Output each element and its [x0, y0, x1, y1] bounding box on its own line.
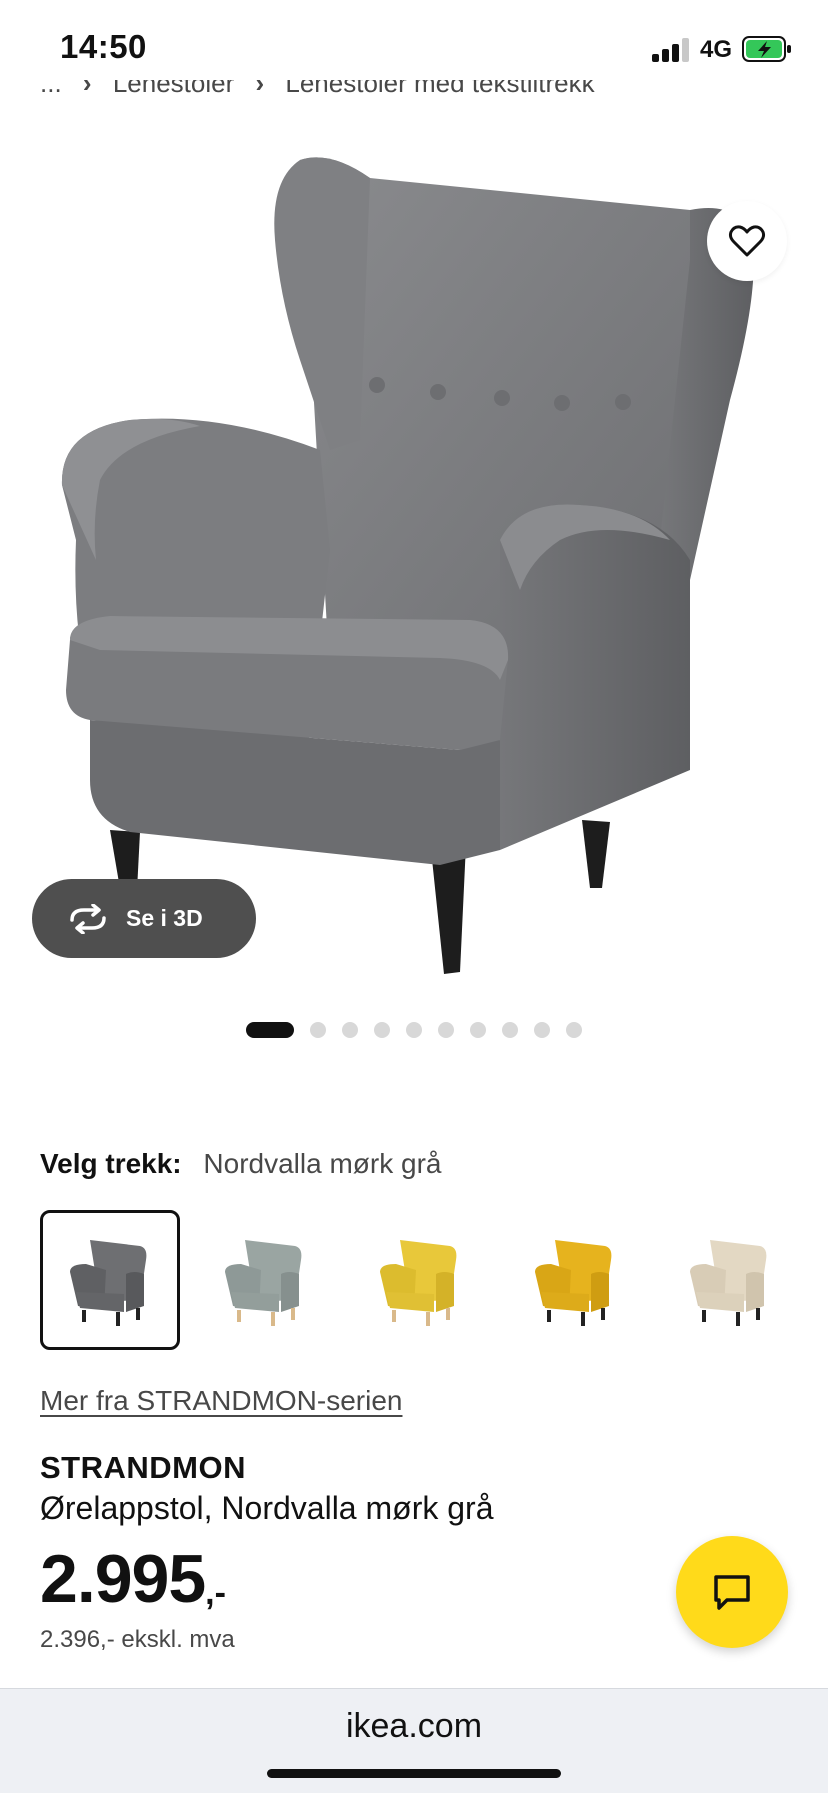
cover-selector-header: Velg trekk: Nordvalla mørk grå: [40, 1148, 441, 1180]
browser-url-bar[interactable]: ikea.com: [0, 1688, 828, 1793]
swatch-nordvalla-dark-grey[interactable]: [40, 1210, 180, 1350]
breadcrumb-item-lenestoler[interactable]: Lenestoler: [113, 80, 234, 98]
url-text[interactable]: ikea.com: [0, 1707, 828, 1746]
chat-button[interactable]: [676, 1536, 788, 1648]
chevron-right-icon: ›: [255, 80, 265, 98]
cover-selected-value: Nordvalla mørk grå: [203, 1148, 442, 1179]
price-value: 2.995: [40, 1541, 206, 1617]
armchair-thumbnail: [535, 1240, 612, 1326]
swatch-yellow[interactable]: [350, 1210, 490, 1350]
price-ex-vat: 2.396,- ekskl. mva: [40, 1626, 235, 1653]
battery-icon: [742, 36, 791, 62]
series-link[interactable]: Mer fra STRANDMON-serien: [40, 1385, 402, 1417]
network-type: 4G: [700, 36, 733, 63]
cover-swatches: [40, 1210, 800, 1350]
favourite-button[interactable]: [707, 201, 787, 281]
product-name: STRANDMON: [40, 1450, 246, 1485]
home-indicator[interactable]: [267, 1769, 561, 1778]
carousel-dot[interactable]: [374, 1022, 390, 1038]
carousel-dot[interactable]: [406, 1022, 422, 1038]
carousel-dot[interactable]: [310, 1022, 326, 1038]
breadcrumb: ... › Lenestoler › Lenestoler med teksti…: [40, 80, 595, 110]
product-description: Ørelappstol, Nordvalla mørk grå: [40, 1490, 494, 1526]
swatch-golden-yellow[interactable]: [505, 1210, 645, 1350]
product-price: 2.995 ,-: [40, 1540, 226, 1618]
carousel-dot[interactable]: [438, 1022, 454, 1038]
rotate-3d-icon: [70, 903, 106, 934]
carousel-dot[interactable]: [566, 1022, 582, 1038]
status-time: 14:50: [60, 28, 147, 65]
breadcrumb-ellipsis[interactable]: ...: [40, 80, 62, 98]
price-suffix: ,-: [205, 1574, 226, 1612]
breadcrumb-item-tekstiltrekk[interactable]: Lenestoler med tekstiltrekk: [285, 80, 594, 98]
armchair-image: [61, 157, 754, 974]
carousel-dot[interactable]: [534, 1022, 550, 1038]
carousel-dot[interactable]: [502, 1022, 518, 1038]
see-in-3d-button[interactable]: Se i 3D: [32, 879, 256, 958]
carousel-dot[interactable]: [342, 1022, 358, 1038]
armchair-thumbnail: [225, 1240, 302, 1326]
see-in-3d-label: Se i 3D: [126, 905, 203, 931]
carousel-dot[interactable]: [470, 1022, 486, 1038]
swatch-beige[interactable]: [660, 1210, 800, 1350]
chevron-right-icon: ›: [82, 80, 92, 98]
armchair-thumbnail: [70, 1240, 147, 1326]
heart-icon: [728, 225, 766, 257]
signal-icon: [652, 38, 690, 62]
cover-label: Velg trekk:: [40, 1148, 182, 1179]
swatch-checked-grey[interactable]: [195, 1210, 335, 1350]
carousel-dot-active[interactable]: [246, 1022, 294, 1038]
product-image[interactable]: [0, 120, 828, 1000]
armchair-thumbnail: [690, 1240, 767, 1326]
armchair-thumbnail: [380, 1240, 457, 1326]
chat-bubble-icon: [714, 1575, 750, 1610]
